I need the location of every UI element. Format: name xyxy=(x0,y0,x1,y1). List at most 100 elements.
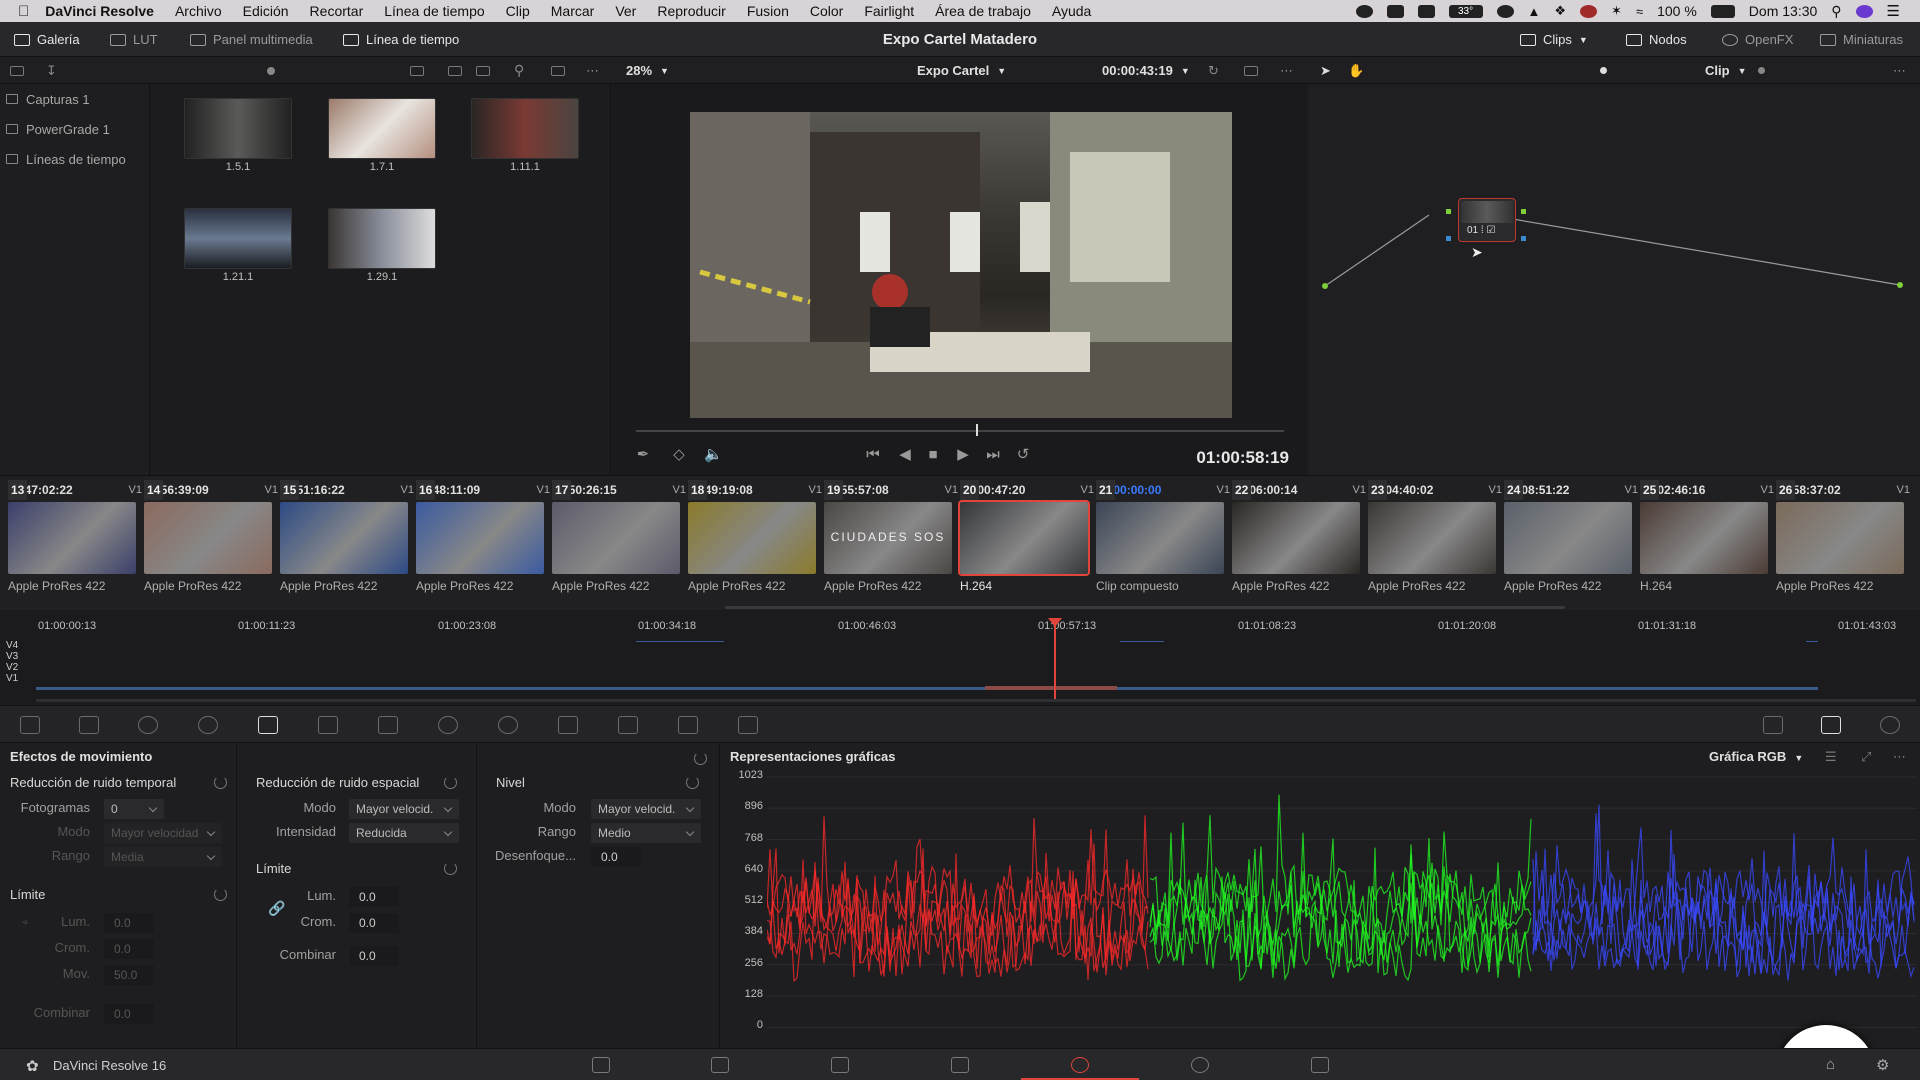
go-to-start-icon[interactable]: ⏮ xyxy=(866,447,880,462)
clips-scrollbar[interactable] xyxy=(725,606,1565,609)
blur-icon[interactable] xyxy=(558,716,578,734)
search-icon[interactable]: ⚲ xyxy=(514,57,524,84)
expand-icon[interactable] xyxy=(551,57,565,84)
sizing-icon[interactable] xyxy=(678,716,698,734)
clip-thumbnail[interactable]: 21 00:00:00:00 V1 Clip compuesto xyxy=(1096,480,1230,600)
user-circle-icon[interactable] xyxy=(1580,4,1598,18)
info-icon[interactable] xyxy=(1880,716,1900,734)
battery-percent[interactable]: 100 % xyxy=(1657,3,1697,19)
clip-thumbnail[interactable]: 26 11:58:37:02 V1 Apple ProRes 422 xyxy=(1776,480,1910,600)
galeria-button[interactable]: Galería xyxy=(14,22,80,57)
menu-fairlight[interactable]: Fairlight xyxy=(864,3,914,19)
scope-settings-icon[interactable]: ☰ xyxy=(1825,749,1837,765)
pointer-icon[interactable]: ➤ xyxy=(1320,57,1331,84)
cut-page-icon[interactable] xyxy=(711,1057,729,1073)
tracker-icon[interactable] xyxy=(498,716,518,734)
triangle-icon[interactable]: ▲ xyxy=(1528,4,1541,19)
dropbox-icon[interactable]: ❖ xyxy=(1554,3,1566,19)
menu-app-name[interactable]: DaVinci Resolve xyxy=(45,3,154,19)
scope-more-icon[interactable]: ⋯ xyxy=(1893,749,1906,765)
menu-edicion[interactable]: Edición xyxy=(243,3,289,19)
menu-marcar[interactable]: Marcar xyxy=(551,3,595,19)
battery-icon[interactable] xyxy=(1710,4,1735,18)
curves-icon[interactable] xyxy=(318,716,338,734)
track-v1-selected-clip[interactable] xyxy=(985,686,1117,690)
mov-field[interactable]: 50.0 xyxy=(104,965,154,985)
color-match-icon[interactable] xyxy=(79,716,99,734)
menu-clip[interactable]: Clip xyxy=(506,3,530,19)
viewer-more-icon[interactable]: ⋯ xyxy=(1280,57,1293,84)
track-v4-clip[interactable] xyxy=(1120,641,1164,642)
clip-thumbnail[interactable]: 24 12:08:51:22 V1 Apple ProRes 422 xyxy=(1504,480,1638,600)
step-back-icon[interactable]: ◀ xyxy=(898,447,912,462)
reset-icon[interactable] xyxy=(444,776,457,789)
clip-thumbnail[interactable]: 17 11:50:26:15 V1 Apple ProRes 422 xyxy=(552,480,686,600)
menu-linea-tiempo[interactable]: Línea de tiempo xyxy=(384,3,484,19)
clip-thumbnail[interactable]: 20 00:00:47:20 V1 H.264 xyxy=(958,480,1094,600)
combinar-field[interactable]: 0.0 xyxy=(349,946,399,966)
siri-icon[interactable] xyxy=(1855,4,1873,18)
menu-ver[interactable]: Ver xyxy=(615,3,636,19)
mini-timeline[interactable]: 01:00:00:13 01:00:11:23 01:00:23:08 01:00:3… xyxy=(0,610,1920,705)
timecode-dropdown[interactable]: 00:00:43:19 ▼ xyxy=(1102,57,1190,84)
loop-playback-icon[interactable]: ↺ xyxy=(1016,447,1030,462)
menu-fusion[interactable]: Fusion xyxy=(747,3,789,19)
scope-expand-icon[interactable]: ⤢ xyxy=(1861,749,1871,765)
scope-mode-dropdown[interactable]: Gráfica RGB ▼ xyxy=(1709,749,1803,764)
window-icon[interactable] xyxy=(438,716,458,734)
3d-icon[interactable] xyxy=(738,716,758,734)
sidebar-item-capturas[interactable]: Capturas 1 xyxy=(0,84,149,114)
stop-icon[interactable]: ■ xyxy=(926,447,940,462)
menu-area-trabajo[interactable]: Área de trabajo xyxy=(935,3,1031,19)
fotogramas-dropdown[interactable]: 0 xyxy=(104,799,164,819)
rango-dropdown[interactable]: Media xyxy=(104,847,222,867)
play-icon[interactable]: ▶ xyxy=(956,447,970,462)
timeline-playhead[interactable] xyxy=(1054,618,1056,700)
nodes-more-icon[interactable]: ⋯ xyxy=(1893,57,1906,84)
home-icon[interactable]: ⌂ xyxy=(1826,1056,1835,1073)
download-icon[interactable]: ↧ xyxy=(46,57,57,84)
nivel-modo-dropdown[interactable]: Mayor velocid. xyxy=(591,799,701,819)
deliver-page-icon[interactable] xyxy=(1311,1057,1329,1073)
timeline-scrollbar[interactable] xyxy=(36,699,1916,702)
clock[interactable]: Dom 13:30 xyxy=(1749,3,1817,19)
clip-thumbnail[interactable]: 13 11:47:02:22 V1 Apple ProRes 422 xyxy=(8,480,142,600)
nodos-button[interactable]: Nodos xyxy=(1626,22,1687,57)
loop-icon[interactable]: ↻ xyxy=(1208,57,1219,84)
temperature-badge[interactable]: 33° xyxy=(1448,4,1483,18)
node-input-key[interactable] xyxy=(1446,236,1451,241)
menu-archivo[interactable]: Archivo xyxy=(175,3,222,19)
node-output-key[interactable] xyxy=(1521,236,1526,241)
clip-mode-dropdown[interactable]: Clip ▼ xyxy=(1705,57,1746,84)
record-icon[interactable] xyxy=(1355,4,1373,18)
clip-thumbnail[interactable]: 15 11:51:16:22 V1 Apple ProRes 422 xyxy=(280,480,414,600)
menu-recortar[interactable]: Recortar xyxy=(310,3,364,19)
sidebar-toggle-icon[interactable] xyxy=(10,57,24,84)
control-center-icon[interactable]: ☰ xyxy=(1887,2,1900,20)
color-picker-icon[interactable]: ✒ xyxy=(636,447,650,462)
scopes-icon[interactable] xyxy=(1821,716,1841,734)
clip-thumbnail[interactable]: 22 12:06:00:14 V1 Apple ProRes 422 xyxy=(1232,480,1366,600)
airdrop-icon[interactable] xyxy=(1496,4,1514,18)
reset-icon[interactable] xyxy=(214,888,227,901)
fullscreen-icon[interactable] xyxy=(1244,57,1258,84)
go-to-end-icon[interactable]: ⏭ xyxy=(986,447,1000,462)
openfx-button[interactable]: OpenFX xyxy=(1722,22,1793,57)
nivel-rango-dropdown[interactable]: Medio xyxy=(591,823,701,843)
miniaturas-button[interactable]: Miniaturas xyxy=(1820,22,1903,57)
lum-field[interactable]: 0.0 xyxy=(349,887,399,907)
lut-button[interactable]: LUT xyxy=(110,22,158,57)
clip-thumbnail[interactable]: 23 12:04:40:02 V1 Apple ProRes 422 xyxy=(1368,480,1502,600)
volume-icon[interactable]: 🔈 xyxy=(704,447,723,462)
hand-icon[interactable]: ✋ xyxy=(1348,57,1364,84)
media-page-icon[interactable] xyxy=(592,1057,610,1073)
still-thumbnail[interactable]: 1.29.1 xyxy=(328,208,436,283)
track-v4-clip[interactable] xyxy=(636,641,724,642)
clip-thumbnail[interactable]: 25 00:02:46:16 V1 H.264 xyxy=(1640,480,1774,600)
espacial-modo-dropdown[interactable]: Mayor velocid. xyxy=(349,799,459,819)
wifi-icon[interactable]: ≈ xyxy=(1636,4,1643,19)
color-wheels-icon[interactable] xyxy=(138,716,158,734)
crom-field[interactable]: 0.0 xyxy=(349,913,399,933)
still-thumbnail[interactable]: 1.21.1 xyxy=(184,208,292,283)
sidebar-item-lineas-tiempo[interactable]: Líneas de tiempo xyxy=(0,144,149,174)
